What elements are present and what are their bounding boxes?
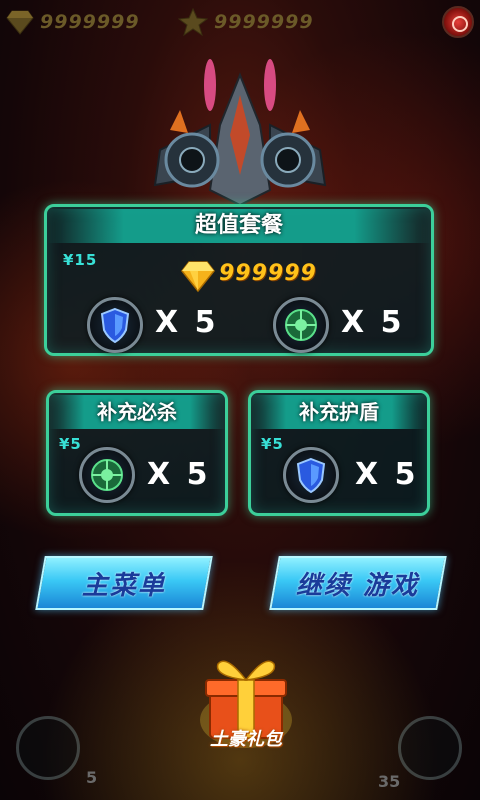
shield-icon (283, 447, 339, 503)
bomb-icon (79, 447, 135, 503)
refill-shield-panel[interactable]: 补充护盾 ¥5 X 5 (248, 390, 430, 516)
refill-special-title: 补充必杀 (49, 395, 225, 429)
refill-special-panel[interactable]: 补充必杀 ¥5 X 5 (46, 390, 228, 516)
main-menu-button[interactable]: 主菜单 (35, 556, 213, 610)
value-package-gem-amount: 999999 (219, 261, 317, 286)
gem-counter: 9999999 (6, 8, 140, 36)
refill-special-qty: X 5 (147, 457, 211, 492)
gift-label: 土豪礼包 (210, 729, 282, 750)
shield-count: 35 (378, 772, 401, 791)
diamond-icon (181, 261, 215, 293)
bomb-icon[interactable] (16, 716, 80, 780)
continue-game-button[interactable]: 继续 游戏 (269, 556, 447, 610)
star-counter: 9999999 (178, 8, 314, 36)
bomb-icon (273, 297, 329, 353)
gem-count: 9999999 (40, 11, 140, 33)
shield-icon[interactable] (398, 716, 462, 780)
player-ship (153, 59, 327, 207)
refill-shield-price: ¥5 (261, 435, 284, 453)
shield-icon (87, 297, 143, 353)
refill-special-price: ¥5 (59, 435, 82, 453)
main-menu-label: 主菜单 (81, 570, 166, 601)
value-package-title: 超值套餐 (47, 209, 431, 243)
value-package-price: ¥15 (63, 251, 98, 269)
refill-shield-qty: X 5 (355, 457, 419, 492)
bomb-count: 5 (86, 768, 98, 787)
star-icon (178, 8, 208, 36)
refill-shield-title: 补充护盾 (251, 395, 427, 429)
top-hud: 9999999 9999999 (0, 0, 480, 46)
settings-icon[interactable] (442, 6, 474, 38)
continue-game-label: 继续 游戏 (296, 570, 420, 601)
star-count: 9999999 (214, 11, 314, 33)
package-bomb-qty: X 5 (341, 305, 405, 340)
package-shield-qty: X 5 (155, 305, 219, 340)
diamond-icon (6, 10, 34, 35)
value-package-panel[interactable]: 超值套餐 ¥15 999999 X 5 X 5 (44, 204, 434, 356)
